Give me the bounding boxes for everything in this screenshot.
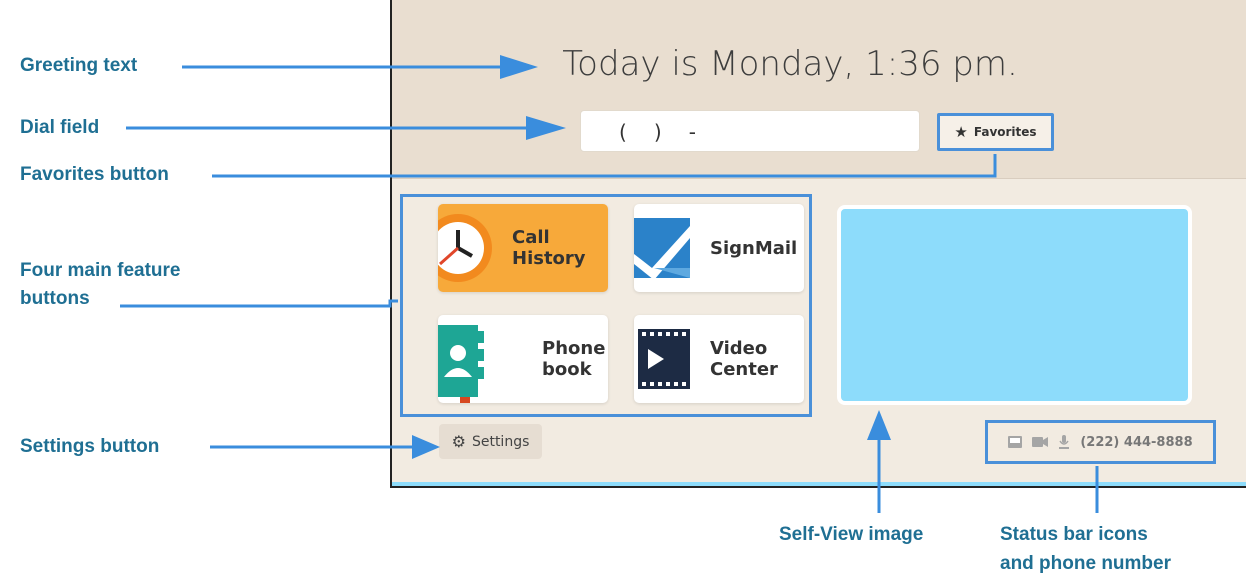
phone-number: (222) 444-8888 — [1080, 434, 1193, 450]
video-center-label: Video Center — [710, 338, 778, 380]
settings-button[interactable]: ⚙ Settings — [439, 424, 542, 459]
callout-greeting-text: Greeting text — [20, 55, 138, 76]
clock-icon — [438, 214, 492, 282]
favorites-label: Favorites — [973, 125, 1037, 139]
self-view-image — [837, 205, 1192, 405]
callout-feature-line1: Four main feature — [20, 260, 181, 281]
callout-status-line2: and phone number — [1000, 553, 1171, 574]
callout-dial-field: Dial field — [20, 117, 100, 138]
network-icon — [1008, 436, 1023, 448]
dial-field[interactable]: ( ) - — [580, 110, 920, 152]
microphone-icon — [1059, 435, 1070, 449]
phonebook-icon — [438, 325, 484, 403]
call-history-button[interactable]: Call History — [438, 204, 608, 292]
callout-status-line1: Status bar icons — [1000, 524, 1148, 545]
callout-favorites-button: Favorites button — [20, 164, 169, 185]
call-history-label: Call History — [512, 227, 586, 269]
callout-settings-button: Settings button — [20, 436, 160, 457]
gear-icon: ⚙ — [451, 432, 466, 451]
callout-status-bar: Status bar icons and phone number — [1000, 523, 1171, 576]
callout-feature-buttons: Four main feature buttons — [20, 259, 180, 311]
signmail-label: SignMail — [710, 237, 798, 259]
greeting-text: Today is Monday, 1:36 pm. — [562, 44, 1018, 84]
app-screen: Today is Monday, 1:36 pm. ( ) - ★ Favori… — [390, 0, 1246, 488]
settings-label: Settings — [471, 433, 530, 450]
phonebook-label: Phone book — [542, 338, 606, 380]
video-center-icon — [638, 329, 690, 389]
status-bar: (222) 444-8888 — [985, 420, 1216, 464]
favorites-button[interactable]: ★ Favorites — [937, 113, 1054, 151]
camera-icon — [1032, 437, 1049, 447]
header-area — [392, 0, 1246, 179]
phonebook-button[interactable]: Phone book — [438, 315, 608, 403]
signmail-icon — [634, 218, 690, 280]
bottom-accent-line — [392, 482, 1246, 486]
star-icon: ★ — [954, 123, 968, 141]
callout-feature-line2: buttons — [20, 288, 90, 309]
video-center-button[interactable]: Video Center — [634, 315, 804, 403]
signmail-button[interactable]: SignMail — [634, 204, 804, 292]
callout-self-view: Self-View image — [779, 524, 924, 545]
